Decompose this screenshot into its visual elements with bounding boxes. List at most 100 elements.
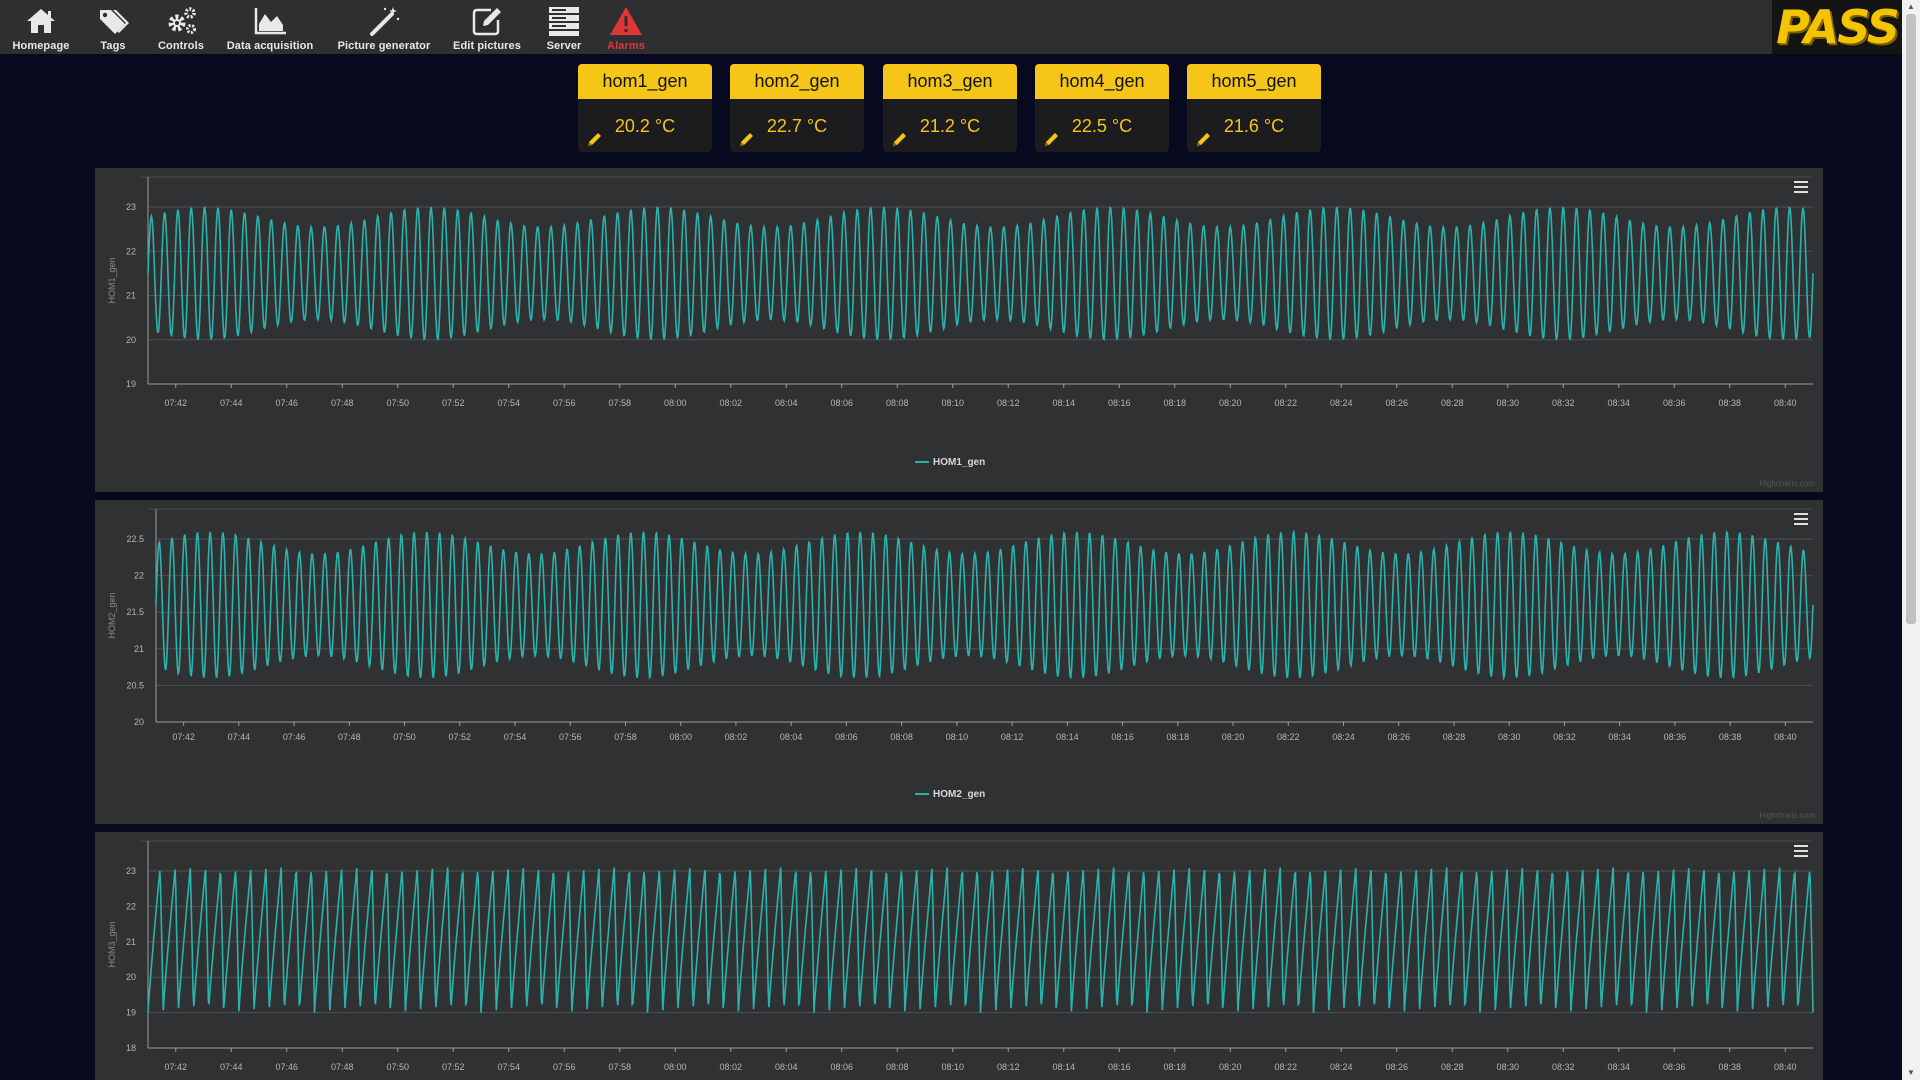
- x-tick-label: 08:38: [1719, 732, 1742, 742]
- x-tick-label: 08:10: [946, 732, 969, 742]
- x-tick-label: 08:10: [941, 1062, 964, 1072]
- page-scrollbar[interactable]: ▲ ▼: [1902, 0, 1920, 1080]
- x-tick-label: 07:50: [393, 732, 416, 742]
- tag-value: 21.6 °C: [1223, 116, 1285, 136]
- tag-card-hom1: hom1_gen 20.2 °C: [578, 64, 712, 152]
- nav-data-acquisition[interactable]: Data acquisition: [227, 0, 313, 54]
- x-tick-label: 08:30: [1498, 732, 1521, 742]
- chart-hom1: 19 20 21 22 23 HOM1_gen 07:42 07:44 07:46 07:48 07…: [107, 176, 1814, 468]
- x-tick-label: 08:34: [1607, 1062, 1630, 1072]
- y-tick-label: 19: [126, 379, 136, 389]
- edit-icon: [472, 8, 501, 36]
- tag-value: 20.2 °C: [614, 116, 676, 136]
- warning-icon: [610, 7, 642, 35]
- tag-card-hom3: hom3_gen 21.2 °C: [883, 64, 1017, 152]
- x-tick-label: 07:54: [504, 732, 527, 742]
- tag-name: hom1_gen: [578, 64, 712, 99]
- tag-card-hom4: hom4_gen 22.5 °C: [1035, 64, 1169, 152]
- chart-menu-button[interactable]: [1789, 508, 1813, 530]
- y-tick-label: 22: [126, 246, 136, 256]
- x-tick-label: 08:02: [719, 1062, 742, 1072]
- x-tick-label: 08:12: [997, 398, 1020, 408]
- x-tick-label: 08:02: [719, 398, 742, 408]
- x-tick-label: 08:18: [1167, 732, 1190, 742]
- legend-item: HOM1_gen: [933, 457, 985, 468]
- x-tick-label: 07:56: [553, 1062, 576, 1072]
- x-tick-label: 07:48: [331, 1062, 354, 1072]
- x-tick-label: 08:02: [725, 732, 748, 742]
- x-tick-label: 08:32: [1553, 732, 1576, 742]
- chart-credit[interactable]: Highcharts.com: [1759, 811, 1815, 820]
- chart-menu-button[interactable]: [1789, 176, 1813, 198]
- nav-server-label: Server: [546, 40, 582, 52]
- nav-edit-pictures[interactable]: Edit pictures: [452, 0, 522, 54]
- x-tick-label: 08:06: [830, 1062, 853, 1072]
- y-tick-label: 21: [126, 291, 136, 301]
- y-tick-label: 22.5: [126, 534, 144, 544]
- tag-card-hom2: hom2_gen 22.7 °C: [730, 64, 864, 152]
- chart-credit[interactable]: Highcharts.com: [1759, 479, 1815, 488]
- x-tick-label: 08:00: [669, 732, 692, 742]
- nav-homepage-label: Homepage: [12, 40, 70, 52]
- chart-hom3: 18 19 20 21 22 23 HOM3_gen 07:42 07:44 07:46 07:48…: [107, 840, 1814, 1072]
- x-tick-label: 08:40: [1774, 398, 1797, 408]
- x-tick-label: 08:14: [1056, 732, 1079, 742]
- x-tick-label: 07:52: [442, 398, 465, 408]
- nav-homepage[interactable]: Homepage: [12, 0, 70, 54]
- x-tick-label: 08:24: [1330, 1062, 1353, 1072]
- x-tick-label: 07:56: [559, 732, 582, 742]
- nav-alarms[interactable]: Alarms: [604, 0, 648, 54]
- hamburger-icon: [1794, 181, 1808, 193]
- x-tick-label: 08:14: [1052, 1062, 1075, 1072]
- series-line-HOM3_gen: [147, 867, 1814, 1013]
- chart-menu-button[interactable]: [1789, 840, 1813, 862]
- y-tick-label: 19: [126, 1008, 136, 1018]
- scroll-up-arrow-icon[interactable]: ▲: [1902, 0, 1920, 14]
- x-tick-label: 08:06: [830, 398, 853, 408]
- nav-controls-label: Controls: [157, 40, 205, 52]
- x-tick-label: 07:52: [449, 732, 472, 742]
- chart-panel-hom1: 19 20 21 22 23 HOM1_gen 07:42 07:44 07:46 07:48 07…: [95, 168, 1823, 492]
- x-tick-label: 08:22: [1277, 732, 1300, 742]
- y-tick-label: 21.5: [126, 607, 144, 617]
- tag-value: 22.5 °C: [1071, 116, 1133, 136]
- series-line-HOM2_gen: [155, 529, 1814, 681]
- nav-tags[interactable]: Tags: [90, 0, 136, 54]
- tag-name: hom5_gen: [1187, 64, 1321, 99]
- x-tick-label: 08:34: [1608, 732, 1631, 742]
- x-tick-label: 08:28: [1443, 732, 1466, 742]
- x-tick-label: 08:20: [1219, 398, 1242, 408]
- x-tick-label: 08:04: [775, 398, 798, 408]
- x-tick-label: 07:58: [608, 1062, 631, 1072]
- scrollbar-thumb[interactable]: [1906, 14, 1916, 624]
- x-tick-label: 08:28: [1441, 1062, 1464, 1072]
- x-tick-label: 08:16: [1108, 1062, 1131, 1072]
- y-tick-label: 21: [126, 937, 136, 947]
- tag-name: hom4_gen: [1035, 64, 1169, 99]
- x-tick-label: 08:00: [664, 398, 687, 408]
- y-tick-label: 23: [126, 866, 136, 876]
- y-tick-label: 22: [134, 571, 144, 581]
- y-tick-label: 18: [126, 1043, 136, 1053]
- scroll-down-arrow-icon[interactable]: ▼: [1902, 1066, 1920, 1080]
- y-axis-title: HOM1_gen: [107, 257, 117, 303]
- x-tick-label: 08:16: [1108, 398, 1131, 408]
- x-tick-label: 07:46: [283, 732, 306, 742]
- x-tick-label: 08:22: [1274, 1062, 1297, 1072]
- nav-edit-pictures-label: Edit pictures: [453, 40, 521, 52]
- x-tick-label: 08:16: [1111, 732, 1134, 742]
- x-tick-label: 08:00: [664, 1062, 687, 1072]
- x-tick-label: 08:36: [1663, 398, 1686, 408]
- x-tick-label: 07:44: [228, 732, 251, 742]
- x-tick-label: 08:18: [1163, 398, 1186, 408]
- nav-controls[interactable]: Controls: [156, 0, 206, 54]
- nav-picture-generator[interactable]: Picture generator: [336, 0, 432, 54]
- y-tick-label: 23: [126, 202, 136, 212]
- x-tick-label: 07:58: [614, 732, 637, 742]
- x-tick-label: 08:30: [1496, 1062, 1519, 1072]
- area-chart-icon: [254, 8, 286, 35]
- x-tick-label: 08:22: [1274, 398, 1297, 408]
- top-navigation-bar: Homepage Tags Controls Data acquisition: [0, 0, 1902, 54]
- nav-server[interactable]: Server: [542, 0, 586, 54]
- x-tick-label: 08:26: [1387, 732, 1410, 742]
